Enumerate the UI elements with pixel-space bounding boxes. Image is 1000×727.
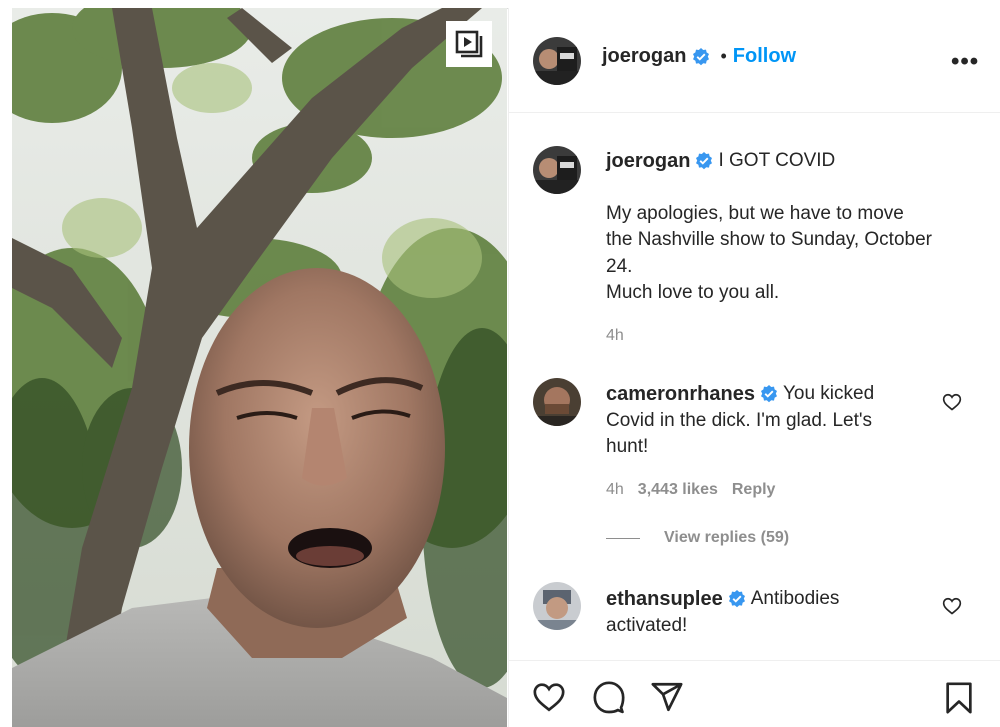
caption-body-line: the Nashville show to Sunday, October — [606, 229, 932, 250]
comment-timestamp[interactable]: 4h — [606, 477, 624, 504]
caption-timestamp[interactable]: 4h — [606, 323, 966, 350]
video-play-icon — [455, 30, 483, 58]
follow-button[interactable]: Follow — [733, 45, 796, 68]
more-options-button[interactable]: ••• — [951, 48, 979, 76]
comment-text: cameronrhanes You kicked Covid in the di… — [606, 381, 966, 552]
comment-like-heart-icon[interactable] — [942, 392, 962, 412]
caption-body-line: My apologies, but we have to move — [606, 202, 904, 224]
commenter-avatar[interactable] — [533, 378, 581, 426]
author-username[interactable]: joerogan — [602, 45, 686, 68]
view-replies-row[interactable]: View replies (59) — [606, 525, 966, 552]
verified-badge-icon — [696, 152, 713, 170]
post-video[interactable] — [12, 8, 507, 727]
comment-text: ethansuplee Antibodies activated! — [606, 586, 966, 639]
comment-like-heart-icon[interactable] — [942, 596, 962, 616]
caption-body-line: Much love to you all. — [606, 282, 780, 303]
header-row: joerogan • Follow — [602, 45, 796, 68]
comment-text-line: Antibodies — [750, 588, 840, 609]
comment-text-line: activated! — [606, 614, 688, 636]
caption-text: joerogan I GOT COVID My apologies, but w… — [606, 148, 966, 349]
verified-badge-icon — [693, 47, 710, 65]
comment-username[interactable]: cameronrhanes — [606, 381, 755, 408]
comment-username[interactable]: ethansuplee — [606, 586, 723, 613]
commenter-avatar[interactable] — [533, 582, 581, 630]
comment-text-line: You kicked — [782, 383, 875, 404]
action-bar — [509, 660, 1000, 727]
heart-icon[interactable] — [531, 680, 567, 714]
video-indicator — [446, 21, 492, 67]
author-avatar[interactable] — [533, 37, 581, 85]
comment-meta: 4h 3,443 likes Reply — [606, 477, 966, 504]
caption-title: I GOT COVID — [718, 150, 836, 171]
post-header: joerogan • Follow ••• — [509, 8, 1000, 113]
caption-author-avatar[interactable] — [533, 146, 581, 194]
caption-body-line: 24. — [606, 255, 633, 277]
bookmark-icon[interactable] — [942, 680, 976, 716]
verified-badge-icon — [760, 385, 777, 403]
comment-likes[interactable]: 3,443 likes — [638, 477, 718, 504]
replies-divider-line — [606, 537, 640, 539]
view-replies-button[interactable]: View replies (59) — [664, 525, 789, 552]
comment-bubble-icon[interactable] — [591, 680, 627, 714]
comment-text-line: hunt! — [606, 436, 649, 457]
post-side-panel: joerogan • Follow ••• joerogan I GOT COV… — [508, 8, 1000, 727]
separator-dot: • — [720, 46, 727, 66]
reply-button[interactable]: Reply — [732, 477, 776, 504]
verified-badge-icon — [728, 590, 745, 608]
comment-text-line: Covid in the dick. I'm glad. Let's — [606, 409, 872, 431]
paper-plane-icon[interactable] — [649, 680, 685, 714]
caption-username[interactable]: joerogan — [606, 148, 690, 175]
video-frame-image — [12, 8, 507, 727]
